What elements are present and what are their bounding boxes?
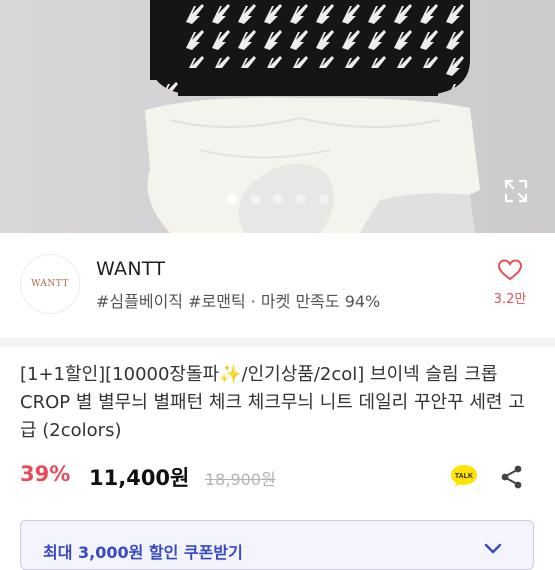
original-price: 18,900원 (205, 470, 276, 489)
like-button[interactable]: 3.2만 (488, 258, 532, 307)
gallery-dot[interactable] (295, 194, 306, 204)
gallery-dot[interactable] (318, 194, 329, 204)
discount-rate: 39% (20, 462, 71, 486)
sparkle-emoji: ✨ (219, 364, 242, 385)
kakao-talk-icon[interactable]: TALK (450, 464, 478, 488)
product-image-gallery[interactable] (0, 0, 555, 233)
shop-info (0, 233, 555, 333)
shop-logo[interactable]: WANTT (20, 254, 80, 314)
shop-name[interactable]: WANTT (96, 258, 165, 280)
price-row: 39% 11,400원 18,900원 TALK (20, 462, 540, 494)
sale-price: 11,400원 (89, 466, 190, 490)
product-title: [1+1할인][10000장돌파✨/인기상품/2col] 브이넥 슬림 크롭 C… (20, 361, 540, 445)
chevron-down-icon (484, 543, 502, 554)
heart-icon (497, 259, 523, 281)
expand-button[interactable] (501, 176, 531, 206)
gallery-dot[interactable] (226, 194, 237, 204)
like-count: 3.2만 (493, 292, 527, 307)
svg-text:TALK: TALK (455, 473, 473, 480)
shop-logo-text: WANTT (31, 279, 69, 289)
product-title-part1: [1+1할인][10000장돌파 (20, 364, 220, 385)
gallery-dot[interactable] (249, 194, 260, 204)
gallery-dot[interactable] (272, 194, 283, 204)
share-icon[interactable] (500, 464, 524, 490)
coupon-button[interactable]: 최대 3,000원 할인 쿠폰받기 (20, 520, 534, 570)
coupon-label: 최대 3,000원 할인 쿠폰받기 (43, 543, 243, 562)
section-divider (0, 337, 555, 347)
gallery-pagination (0, 194, 555, 204)
expand-icon (504, 179, 528, 203)
shop-tags: #심플베이직 #로맨틱 · 마켓 만족도 94% (96, 292, 381, 311)
